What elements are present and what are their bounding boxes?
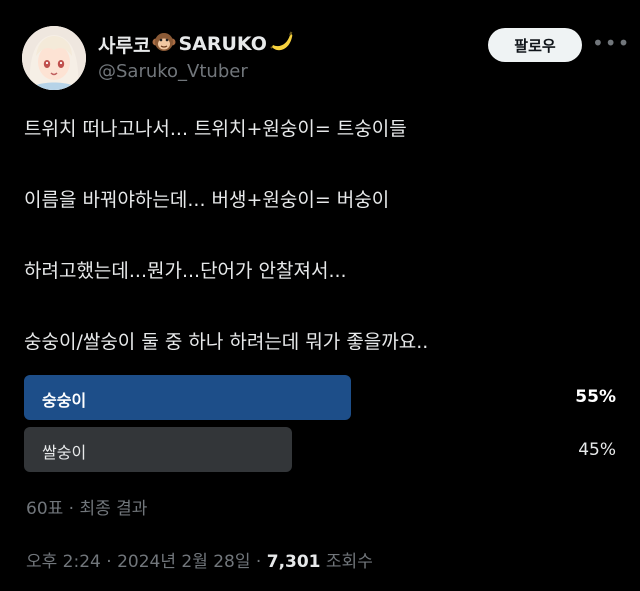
display-name-suffix[interactable]: SARUKO: [178, 33, 266, 55]
tweet-header: 사루코 SARUKO @Saruko_Vtuber 팔로우 •••: [22, 24, 629, 94]
view-count-label: 조회수: [320, 552, 373, 572]
more-dots-icon[interactable]: •••: [592, 30, 629, 60]
tweet-meta: 오후 2:24 · 2024년 2월 28일 · 7,301 조회수: [26, 547, 373, 572]
display-name[interactable]: 사루코: [98, 31, 150, 58]
poll-option-label: 숭숭이: [42, 391, 87, 410]
avatar[interactable]: [22, 26, 86, 90]
tweet-text-line-3: 하려고했는데...뭔가...단어가 안찰져서...: [24, 260, 347, 282]
poll-option-label: 쌀숭이: [42, 443, 87, 462]
author-name-row[interactable]: 사루코 SARUKO: [98, 30, 295, 58]
poll-option-bar: 쌀숭이: [24, 427, 292, 472]
monkey-face-icon: [152, 30, 176, 58]
tweet-timestamp[interactable]: 오후 2:24 · 2024년 2월 28일 ·: [26, 552, 267, 572]
tweet-text-line-2: 이름을 바꿔야하는데... 버생+원숭이= 버숭이: [24, 189, 390, 211]
poll-option-bar-winner: 숭숭이: [24, 375, 351, 420]
banana-icon: [269, 29, 295, 59]
poll-option-percent: 45%: [578, 440, 616, 460]
tweet-text-line-4: 숭숭이/쌀숭이 둘 중 하나 하려는데 뭐가 좋을까요..: [24, 331, 429, 353]
poll-option-percent: 55%: [575, 387, 616, 407]
author-handle[interactable]: @Saruko_Vtuber: [98, 61, 248, 82]
view-count: 7,301: [266, 552, 321, 572]
poll-summary: 60표 · 최종 결과: [26, 499, 148, 519]
tweet-text-line-1: 트위치 떠나고나서... 트위치+원숭이= 트숭이들: [24, 118, 407, 140]
follow-button[interactable]: 팔로우: [488, 28, 582, 62]
